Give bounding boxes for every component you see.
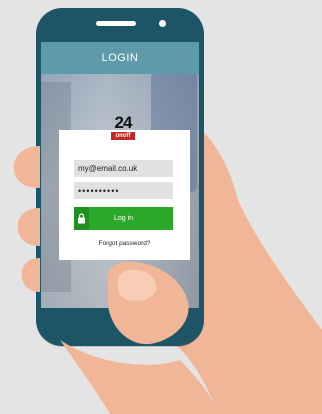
hand-front-illustration [13, 146, 218, 414]
illustration: LOGIN 24 onoff my@email.co.uk •••••••••• [0, 0, 322, 414]
